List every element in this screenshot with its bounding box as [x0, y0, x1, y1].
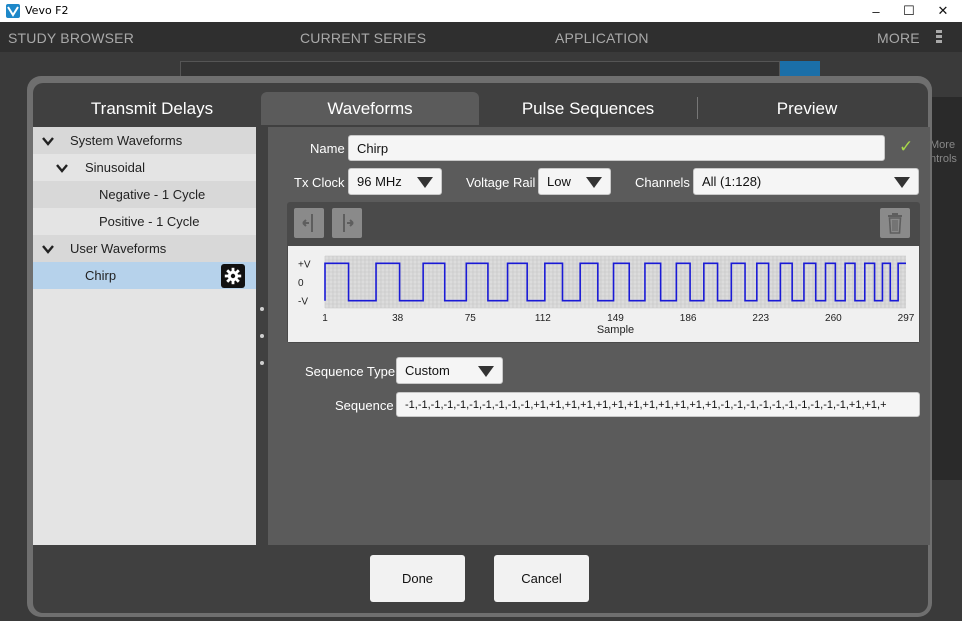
x-tick-label: 38: [392, 313, 404, 324]
channels-label: Channels: [635, 175, 690, 190]
channels-value: All (1:128): [702, 174, 762, 189]
tree-item-sinusoidal[interactable]: Sinusoidal: [33, 154, 256, 181]
app-logo-icon: [6, 4, 20, 18]
x-tick-label: 75: [465, 313, 477, 324]
gear-icon[interactable]: [221, 264, 245, 288]
tree-item-chirp[interactable]: Chirp: [33, 262, 256, 289]
y-tick-label: 0: [298, 278, 304, 289]
splitter-handle-dot[interactable]: [260, 361, 264, 365]
x-tick-label: 297: [898, 313, 915, 324]
name-label: Name: [310, 141, 345, 156]
sequence-type-label: Sequence Type: [305, 364, 396, 379]
y-tick-label: +V: [298, 259, 311, 270]
tx-clock-label: Tx Clock: [294, 175, 345, 190]
app-nav-bar: STUDY BROWSER CURRENT SERIES APPLICATION…: [0, 22, 962, 52]
tab-pulse-sequences[interactable]: Pulse Sequences: [479, 92, 697, 125]
valid-check-icon: ✓: [899, 137, 914, 156]
splitter-handle-dot[interactable]: [260, 307, 264, 311]
tab-transmit-delays[interactable]: Transmit Delays: [43, 92, 261, 125]
background-more-controls-label: More ntrols: [930, 139, 957, 165]
tree-item-user-waveforms[interactable]: User Waveforms: [33, 235, 256, 262]
minimize-button[interactable]: –: [859, 0, 893, 22]
maximize-button[interactable]: ☐: [892, 0, 926, 22]
window-title-bar: Vevo F2 – ☐ ✕: [0, 0, 962, 22]
tree-item-negative-1-cycle[interactable]: Negative - 1 Cycle: [33, 181, 256, 208]
tree-item-label: Sinusoidal: [85, 160, 145, 175]
sequence-label: Sequence: [335, 398, 394, 413]
splitter-handle-dot[interactable]: [260, 334, 264, 338]
tree-item-label: User Waveforms: [70, 241, 167, 256]
chevron-down-icon[interactable]: [55, 161, 69, 175]
trim-start-icon: [302, 214, 313, 232]
chevron-down-icon[interactable]: [41, 242, 55, 256]
dropdown-arrow-icon: [478, 366, 494, 377]
background-timeline: [180, 61, 780, 77]
trim-end-button[interactable]: [332, 208, 362, 238]
tx-clock-dropdown[interactable]: 96 MHz: [348, 168, 442, 195]
sequence-input[interactable]: -1,-1,-1,-1,-1,-1,-1,-1,-1,-1,+1,+1,+1,+…: [396, 392, 920, 417]
dropdown-arrow-icon: [894, 177, 910, 188]
dropdown-arrow-icon: [586, 177, 602, 188]
x-tick-label: 186: [680, 313, 697, 324]
tree-item-label: Chirp: [85, 268, 117, 283]
name-input[interactable]: Chirp: [348, 135, 885, 161]
tx-clock-value: 96 MHz: [357, 174, 402, 189]
sequence-type-dropdown[interactable]: Custom: [396, 357, 503, 384]
x-tick-label: 149: [607, 313, 624, 324]
waveform-chart: +V 0 -V 1 38 75 112 149 186 223 260 297 Sample: [288, 246, 919, 342]
close-window-button[interactable]: ✕: [926, 0, 960, 22]
tree-item-label: Negative - 1 Cycle: [99, 187, 206, 202]
trash-icon: [888, 213, 902, 234]
delete-waveform-button[interactable]: [880, 208, 910, 238]
tree-item-label: Positive - 1 Cycle: [99, 214, 200, 229]
waveform-tree: System Waveforms Sinusoidal Negative - 1…: [33, 127, 256, 545]
tree-item-label: System Waveforms: [70, 133, 183, 148]
voltage-rail-label: Voltage Rail: [466, 175, 536, 190]
done-button[interactable]: Done: [370, 555, 465, 602]
tree-item-system-waveforms[interactable]: System Waveforms: [33, 127, 256, 154]
nav-current-series[interactable]: CURRENT SERIES: [300, 30, 426, 46]
dropdown-arrow-icon: [417, 177, 433, 188]
kebab-menu-icon[interactable]: [934, 30, 944, 44]
window-title: Vevo F2: [25, 4, 69, 17]
waveform-chart-svg: +V 0 -V 1 38 75 112 149 186 223 260 297 Sample: [298, 255, 915, 336]
trim-start-button[interactable]: [294, 208, 324, 238]
nav-more[interactable]: MORE: [877, 30, 920, 46]
cancel-button[interactable]: Cancel: [494, 555, 589, 602]
x-tick-label: 223: [752, 313, 769, 324]
x-tick-label: 1: [322, 313, 328, 324]
x-tick-label: 260: [825, 313, 842, 324]
nav-study-browser[interactable]: STUDY BROWSER: [8, 30, 134, 46]
tab-preview[interactable]: Preview: [697, 92, 917, 125]
tab-waveforms[interactable]: Waveforms: [261, 92, 479, 125]
trim-end-icon: [343, 214, 354, 232]
tree-item-positive-1-cycle[interactable]: Positive - 1 Cycle: [33, 208, 256, 235]
voltage-rail-value: Low: [547, 174, 571, 189]
sequence-type-value: Custom: [405, 363, 450, 378]
nav-application[interactable]: APPLICATION: [555, 30, 649, 46]
x-tick-label: 112: [535, 313, 551, 324]
y-tick-label: -V: [298, 297, 308, 308]
chevron-down-icon[interactable]: [41, 134, 55, 148]
x-axis-label: Sample: [597, 324, 634, 336]
channels-dropdown[interactable]: All (1:128): [693, 168, 919, 195]
voltage-rail-dropdown[interactable]: Low: [538, 168, 611, 195]
